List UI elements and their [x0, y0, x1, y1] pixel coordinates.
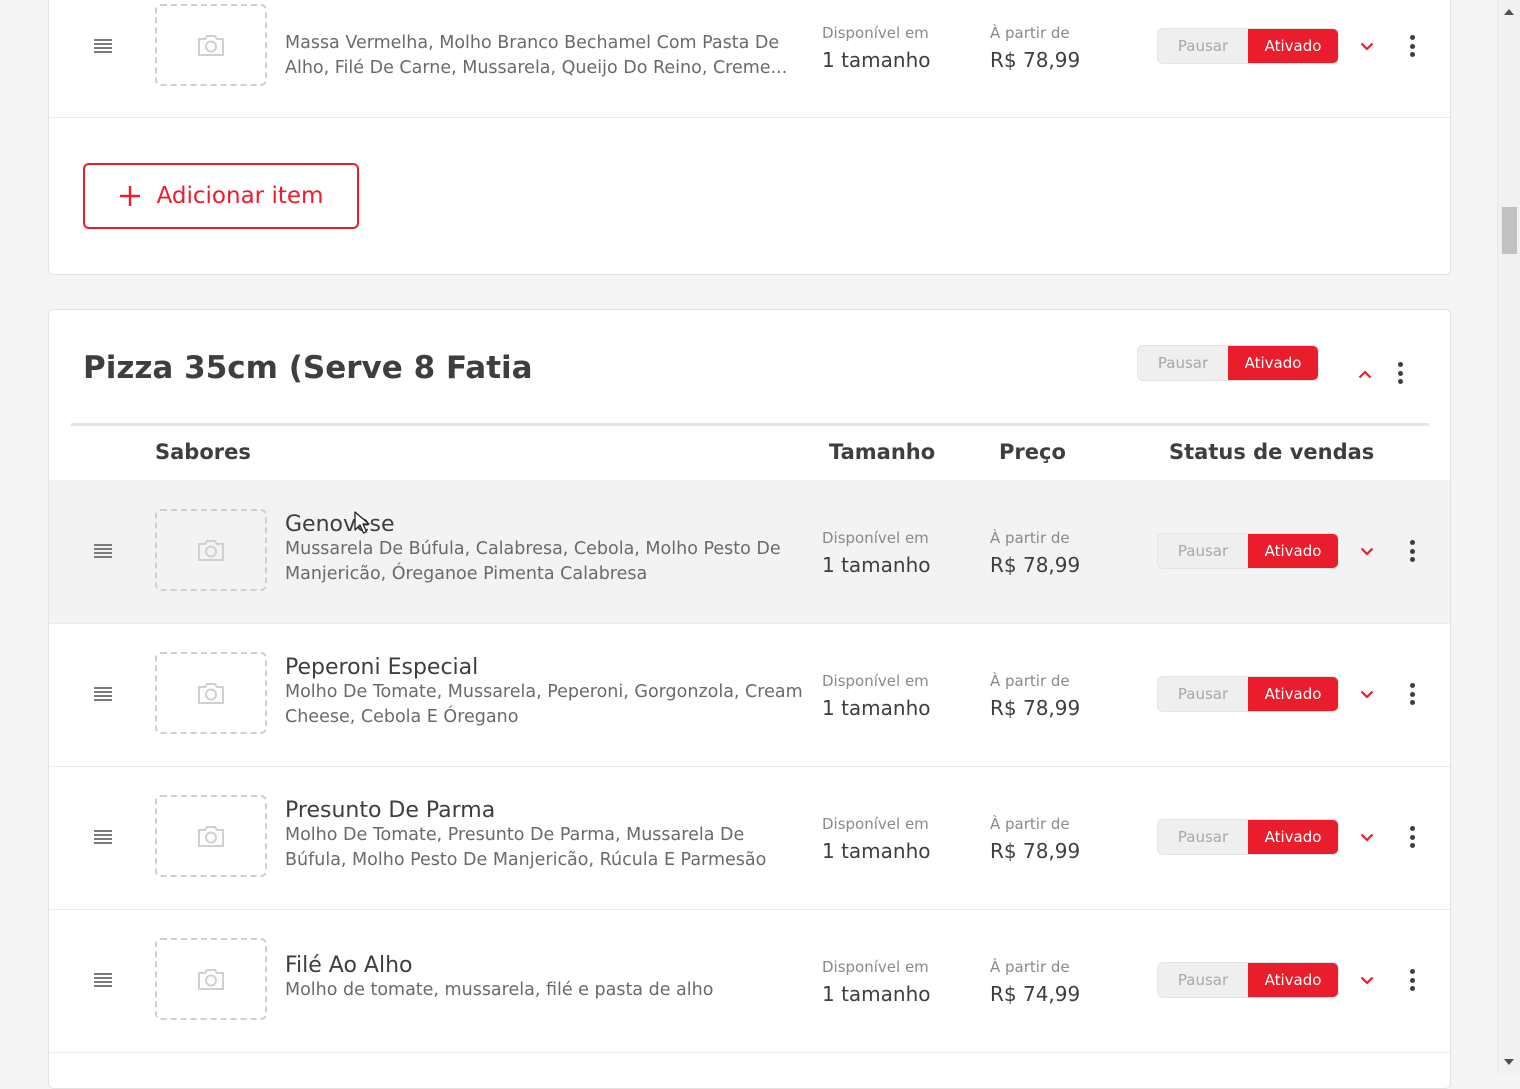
column-header-size: Tamanho [829, 440, 936, 464]
price-label: À partir de [990, 24, 1070, 42]
item-name: Presunto De Parma [285, 798, 496, 823]
availability-label: Disponível em [822, 958, 929, 976]
active-button[interactable]: Ativado [1248, 820, 1338, 854]
list-item[interactable]: Genovese Mussarela De Búfula, Calabresa,… [49, 480, 1450, 623]
chevron-down-icon[interactable] [1358, 971, 1376, 989]
chevron-up-icon[interactable] [1356, 365, 1374, 383]
column-header-flavors: Sabores [155, 440, 251, 464]
add-item-label: Adicionar item [156, 183, 324, 209]
price-label: À partir de [990, 815, 1070, 833]
availability-value: 1 tamanho [822, 553, 931, 577]
list-item: Massa Vermelha, Molho Branco Bechamel Co… [49, 0, 1450, 119]
sales-status-toggle: Pausar Ativado [1158, 534, 1338, 568]
scroll-up-arrow-icon[interactable] [1504, 9, 1514, 15]
plus-icon [119, 186, 140, 206]
category-card-pizza-35cm: Pizza 35cm (Serve 8 Fatia Pausar Ativado… [48, 309, 1451, 1089]
price-label: À partir de [990, 529, 1070, 547]
more-options-icon[interactable] [1407, 540, 1417, 562]
active-button[interactable]: Ativado [1248, 677, 1338, 711]
sales-status-toggle: Pausar Ativado [1158, 963, 1338, 997]
scroll-down-arrow-icon[interactable] [1504, 1059, 1514, 1065]
pause-button[interactable]: Pausar [1158, 963, 1248, 997]
list-item[interactable]: Presunto De Parma Molho De Tomate, Presu… [49, 766, 1450, 909]
photo-placeholder[interactable] [155, 4, 267, 86]
pause-button[interactable]: Pausar [1158, 820, 1248, 854]
availability-label: Disponível em [822, 672, 929, 690]
availability-label: Disponível em [822, 815, 929, 833]
sales-status-toggle: Pausar Ativado [1158, 677, 1338, 711]
photo-placeholder[interactable] [155, 938, 267, 1020]
item-description: Massa Vermelha, Molho Branco Bechamel Co… [285, 33, 788, 78]
item-description: Molho De Tomate, Presunto De Parma, Muss… [285, 825, 767, 870]
chevron-down-icon[interactable] [1358, 37, 1376, 55]
item-name: Filé Ao Alho [285, 953, 413, 978]
price-value: R$ 78,99 [990, 553, 1081, 577]
category-active-button[interactable]: Ativado [1228, 346, 1318, 380]
header-divider [71, 423, 1429, 426]
list-item[interactable]: Peperoni Especial Molho De Tomate, Mussa… [49, 623, 1450, 766]
availability-label: Disponível em [822, 24, 929, 42]
pause-button[interactable]: Pausar [1158, 29, 1248, 63]
column-header-status: Status de vendas [1169, 440, 1375, 464]
price-label: À partir de [990, 672, 1070, 690]
availability-label: Disponível em [822, 529, 929, 547]
more-options-icon[interactable] [1407, 35, 1417, 57]
price-value: R$ 78,99 [990, 839, 1081, 863]
camera-icon [198, 540, 224, 561]
more-options-icon[interactable] [1407, 969, 1417, 991]
divider [49, 117, 1450, 118]
list-item[interactable]: Filé Ao Alho Molho de tomate, mussarela,… [49, 909, 1450, 1052]
item-description: Mussarela De Búfula, Calabresa, Cebola, … [285, 539, 781, 584]
column-header-price: Preço [999, 440, 1066, 464]
camera-icon [198, 35, 224, 56]
availability-value: 1 tamanho [822, 839, 931, 863]
chevron-down-icon[interactable] [1358, 685, 1376, 703]
item-description: Molho De Tomate, Mussarela, Peperoni, Go… [285, 682, 803, 727]
drag-handle-icon[interactable] [94, 830, 112, 844]
add-item-button[interactable]: Adicionar item [83, 163, 359, 229]
availability-value: 1 tamanho [822, 48, 931, 72]
category-pause-button[interactable]: Pausar [1138, 346, 1228, 380]
scrollbar-thumb[interactable] [1502, 207, 1517, 254]
item-name: Genovese [285, 512, 395, 537]
more-options-icon[interactable] [1407, 683, 1417, 705]
mouse-cursor-icon [354, 511, 370, 534]
drag-handle-icon[interactable] [94, 687, 112, 701]
camera-icon [198, 826, 224, 847]
active-button[interactable]: Ativado [1248, 534, 1338, 568]
category-title: Pizza 35cm (Serve 8 Fatia [83, 350, 533, 386]
camera-icon [198, 969, 224, 990]
pause-button[interactable]: Pausar [1158, 534, 1248, 568]
vertical-scrollbar[interactable] [1497, 0, 1520, 1073]
sales-status-toggle: Pausar Ativado [1158, 820, 1338, 854]
photo-placeholder[interactable] [155, 509, 267, 591]
price-label: À partir de [990, 958, 1070, 976]
category-card-previous: Massa Vermelha, Molho Branco Bechamel Co… [48, 0, 1451, 275]
divider [49, 1052, 1450, 1053]
category-more-options-icon[interactable] [1395, 362, 1405, 384]
active-button[interactable]: Ativado [1248, 29, 1338, 63]
pause-button[interactable]: Pausar [1158, 677, 1248, 711]
availability-value: 1 tamanho [822, 696, 931, 720]
price-value: R$ 78,99 [990, 48, 1081, 72]
item-name: Peperoni Especial [285, 655, 479, 680]
category-status-toggle: Pausar Ativado [1138, 346, 1318, 380]
more-options-icon[interactable] [1407, 826, 1417, 848]
sales-status-toggle: Pausar Ativado [1158, 29, 1338, 63]
price-value: R$ 74,99 [990, 982, 1081, 1006]
chevron-down-icon[interactable] [1358, 828, 1376, 846]
camera-icon [198, 683, 224, 704]
active-button[interactable]: Ativado [1248, 963, 1338, 997]
drag-handle-icon[interactable] [94, 39, 112, 53]
availability-value: 1 tamanho [822, 982, 931, 1006]
chevron-down-icon[interactable] [1358, 542, 1376, 560]
drag-handle-icon[interactable] [94, 973, 112, 987]
price-value: R$ 78,99 [990, 696, 1081, 720]
drag-handle-icon[interactable] [94, 544, 112, 558]
photo-placeholder[interactable] [155, 795, 267, 877]
item-description: Molho de tomate, mussarela, filé e pasta… [285, 980, 714, 1000]
photo-placeholder[interactable] [155, 652, 267, 734]
